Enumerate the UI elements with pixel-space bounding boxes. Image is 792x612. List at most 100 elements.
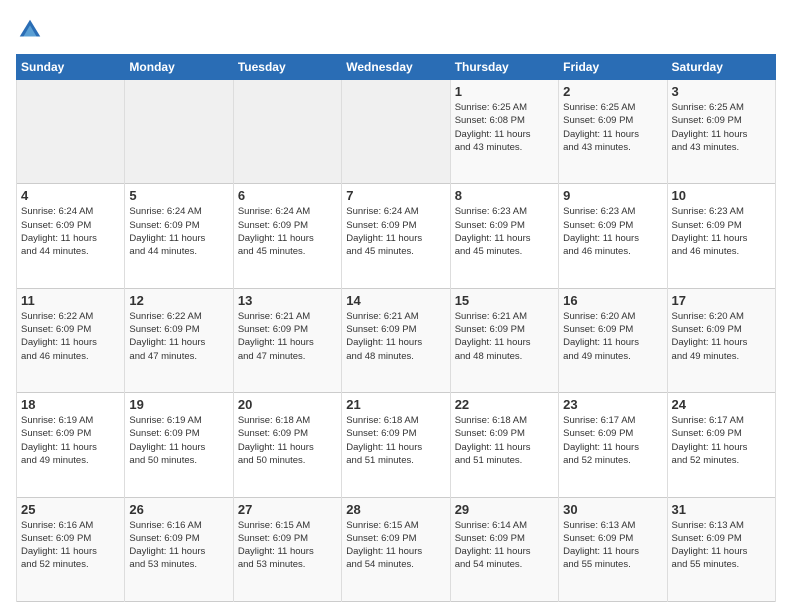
day-number: 22	[455, 397, 554, 412]
calendar-cell	[125, 80, 233, 184]
day-info: Sunrise: 6:21 AM Sunset: 6:09 PM Dayligh…	[346, 310, 445, 363]
day-number: 15	[455, 293, 554, 308]
day-info: Sunrise: 6:23 AM Sunset: 6:09 PM Dayligh…	[563, 205, 662, 258]
calendar-cell	[233, 80, 341, 184]
day-of-week-header: Sunday	[17, 55, 125, 80]
calendar-week-row: 4 Sunrise: 6:24 AM Sunset: 6:09 PM Daylig…	[17, 184, 776, 288]
day-of-week-header: Monday	[125, 55, 233, 80]
day-number: 20	[238, 397, 337, 412]
days-of-week-row: SundayMondayTuesdayWednesdayThursdayFrid…	[17, 55, 776, 80]
day-info: Sunrise: 6:17 AM Sunset: 6:09 PM Dayligh…	[672, 414, 771, 467]
day-number: 2	[563, 84, 662, 99]
page: SundayMondayTuesdayWednesdayThursdayFrid…	[0, 0, 792, 612]
day-number: 11	[21, 293, 120, 308]
calendar-cell: 3Sunrise: 6:25 AM Sunset: 6:09 PM Daylig…	[667, 80, 775, 184]
day-of-week-header: Tuesday	[233, 55, 341, 80]
day-info: Sunrise: 6:17 AM Sunset: 6:09 PM Dayligh…	[563, 414, 662, 467]
calendar-body: 1Sunrise: 6:25 AM Sunset: 6:08 PM Daylig…	[17, 80, 776, 602]
day-number: 1	[455, 84, 554, 99]
calendar-cell: 11 Sunrise: 6:22 AM Sunset: 6:09 PM Dayli…	[17, 288, 125, 392]
calendar-cell	[342, 80, 450, 184]
day-number: 14	[346, 293, 445, 308]
calendar-week-row: 11 Sunrise: 6:22 AM Sunset: 6:09 PM Dayli…	[17, 288, 776, 392]
calendar-cell: 14 Sunrise: 6:21 AM Sunset: 6:09 PM Dayli…	[342, 288, 450, 392]
day-info: Sunrise: 6:21 AM Sunset: 6:09 PM Dayligh…	[238, 310, 337, 363]
calendar-cell: 7 Sunrise: 6:24 AM Sunset: 6:09 PM Daylig…	[342, 184, 450, 288]
calendar-cell: 20 Sunrise: 6:18 AM Sunset: 6:09 PM Dayli…	[233, 393, 341, 497]
day-of-week-header: Saturday	[667, 55, 775, 80]
day-info: Sunrise: 6:18 AM Sunset: 6:09 PM Dayligh…	[346, 414, 445, 467]
day-number: 13	[238, 293, 337, 308]
day-number: 17	[672, 293, 771, 308]
day-info: Sunrise: 6:15 AM Sunset: 6:09 PM Dayligh…	[346, 519, 445, 572]
day-info: Sunrise: 6:18 AM Sunset: 6:09 PM Dayligh…	[238, 414, 337, 467]
day-info: Sunrise: 6:23 AM Sunset: 6:09 PM Dayligh…	[672, 205, 771, 258]
calendar-cell	[17, 80, 125, 184]
calendar-cell: 12Sunrise: 6:22 AM Sunset: 6:09 PM Dayli…	[125, 288, 233, 392]
day-info: Sunrise: 6:14 AM Sunset: 6:09 PM Dayligh…	[455, 519, 554, 572]
day-info: Sunrise: 6:24 AM Sunset: 6:09 PM Dayligh…	[238, 205, 337, 258]
calendar-cell: 31Sunrise: 6:13 AM Sunset: 6:09 PM Dayli…	[667, 497, 775, 601]
calendar-cell: 2Sunrise: 6:25 AM Sunset: 6:09 PM Daylig…	[559, 80, 667, 184]
logo	[16, 16, 48, 44]
day-number: 27	[238, 502, 337, 517]
day-info: Sunrise: 6:16 AM Sunset: 6:09 PM Dayligh…	[21, 519, 120, 572]
day-info: Sunrise: 6:16 AM Sunset: 6:09 PM Dayligh…	[129, 519, 228, 572]
calendar-cell: 27 Sunrise: 6:15 AM Sunset: 6:09 PM Dayli…	[233, 497, 341, 601]
day-number: 29	[455, 502, 554, 517]
calendar-cell: 1Sunrise: 6:25 AM Sunset: 6:08 PM Daylig…	[450, 80, 558, 184]
calendar-cell: 13 Sunrise: 6:21 AM Sunset: 6:09 PM Dayli…	[233, 288, 341, 392]
calendar-cell: 5 Sunrise: 6:24 AM Sunset: 6:09 PM Daylig…	[125, 184, 233, 288]
calendar-cell: 9 Sunrise: 6:23 AM Sunset: 6:09 PM Daylig…	[559, 184, 667, 288]
calendar-cell: 28 Sunrise: 6:15 AM Sunset: 6:09 PM Dayli…	[342, 497, 450, 601]
day-info: Sunrise: 6:19 AM Sunset: 6:09 PM Dayligh…	[21, 414, 120, 467]
calendar-table: SundayMondayTuesdayWednesdayThursdayFrid…	[16, 54, 776, 602]
day-number: 7	[346, 188, 445, 203]
day-info: Sunrise: 6:21 AM Sunset: 6:09 PM Dayligh…	[455, 310, 554, 363]
day-of-week-header: Thursday	[450, 55, 558, 80]
calendar-cell: 26 Sunrise: 6:16 AM Sunset: 6:09 PM Dayli…	[125, 497, 233, 601]
day-info: Sunrise: 6:15 AM Sunset: 6:09 PM Dayligh…	[238, 519, 337, 572]
calendar-cell: 30Sunrise: 6:13 AM Sunset: 6:09 PM Dayli…	[559, 497, 667, 601]
calendar-cell: 23 Sunrise: 6:17 AM Sunset: 6:09 PM Dayli…	[559, 393, 667, 497]
calendar-cell: 24 Sunrise: 6:17 AM Sunset: 6:09 PM Dayli…	[667, 393, 775, 497]
day-info: Sunrise: 6:22 AM Sunset: 6:09 PM Dayligh…	[21, 310, 120, 363]
day-number: 23	[563, 397, 662, 412]
day-info: Sunrise: 6:18 AM Sunset: 6:09 PM Dayligh…	[455, 414, 554, 467]
day-number: 4	[21, 188, 120, 203]
calendar-cell: 6 Sunrise: 6:24 AM Sunset: 6:09 PM Daylig…	[233, 184, 341, 288]
day-number: 6	[238, 188, 337, 203]
day-number: 28	[346, 502, 445, 517]
day-info: Sunrise: 6:24 AM Sunset: 6:09 PM Dayligh…	[129, 205, 228, 258]
calendar-week-row: 18 Sunrise: 6:19 AM Sunset: 6:09 PM Dayli…	[17, 393, 776, 497]
day-number: 10	[672, 188, 771, 203]
day-number: 21	[346, 397, 445, 412]
calendar-cell: 29 Sunrise: 6:14 AM Sunset: 6:09 PM Dayli…	[450, 497, 558, 601]
day-number: 26	[129, 502, 228, 517]
day-info: Sunrise: 6:13 AM Sunset: 6:09 PM Dayligh…	[563, 519, 662, 572]
day-number: 12	[129, 293, 228, 308]
calendar-cell: 21 Sunrise: 6:18 AM Sunset: 6:09 PM Dayli…	[342, 393, 450, 497]
calendar-cell: 4 Sunrise: 6:24 AM Sunset: 6:09 PM Daylig…	[17, 184, 125, 288]
day-number: 18	[21, 397, 120, 412]
calendar-week-row: 25Sunrise: 6:16 AM Sunset: 6:09 PM Dayli…	[17, 497, 776, 601]
day-number: 9	[563, 188, 662, 203]
day-info: Sunrise: 6:24 AM Sunset: 6:09 PM Dayligh…	[346, 205, 445, 258]
calendar-cell: 15 Sunrise: 6:21 AM Sunset: 6:09 PM Dayli…	[450, 288, 558, 392]
calendar-cell: 22 Sunrise: 6:18 AM Sunset: 6:09 PM Dayli…	[450, 393, 558, 497]
calendar-week-row: 1Sunrise: 6:25 AM Sunset: 6:08 PM Daylig…	[17, 80, 776, 184]
calendar-cell: 8 Sunrise: 6:23 AM Sunset: 6:09 PM Daylig…	[450, 184, 558, 288]
logo-icon	[16, 16, 44, 44]
day-info: Sunrise: 6:13 AM Sunset: 6:09 PM Dayligh…	[672, 519, 771, 572]
day-of-week-header: Wednesday	[342, 55, 450, 80]
day-info: Sunrise: 6:23 AM Sunset: 6:09 PM Dayligh…	[455, 205, 554, 258]
calendar-cell: 16Sunrise: 6:20 AM Sunset: 6:09 PM Dayli…	[559, 288, 667, 392]
day-info: Sunrise: 6:24 AM Sunset: 6:09 PM Dayligh…	[21, 205, 120, 258]
calendar-cell: 17Sunrise: 6:20 AM Sunset: 6:09 PM Dayli…	[667, 288, 775, 392]
day-number: 8	[455, 188, 554, 203]
day-info: Sunrise: 6:19 AM Sunset: 6:09 PM Dayligh…	[129, 414, 228, 467]
day-info: Sunrise: 6:25 AM Sunset: 6:09 PM Dayligh…	[672, 101, 771, 154]
calendar-cell: 25Sunrise: 6:16 AM Sunset: 6:09 PM Dayli…	[17, 497, 125, 601]
day-number: 5	[129, 188, 228, 203]
day-number: 24	[672, 397, 771, 412]
